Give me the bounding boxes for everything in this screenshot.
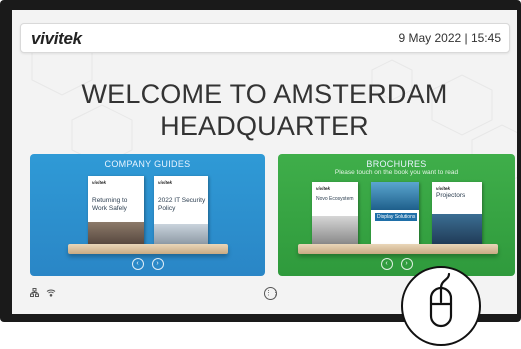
book-title: Returning to Work Safely	[92, 197, 128, 212]
company-guides-title: COMPANY GUIDES	[104, 159, 191, 169]
brochures-title: BROCHURES	[366, 159, 427, 169]
book-display-solutions[interactable]: Display Solutions	[371, 182, 419, 250]
brochures-panel: BROCHURES Please touch on the book you w…	[278, 154, 515, 276]
company-guides-panel: COMPANY GUIDES vivitek Returning to Work…	[30, 154, 265, 276]
prev-arrow-icon[interactable]: ‹	[131, 258, 144, 270]
guides-nav: ‹ ›	[30, 252, 265, 270]
book-photo	[432, 214, 482, 248]
book-returning-to-work[interactable]: vivitek Returning to Work Safely	[88, 176, 144, 250]
book-photo	[371, 182, 419, 210]
wifi-icon	[46, 289, 55, 297]
prev-arrow-icon[interactable]: ‹	[380, 258, 393, 270]
mouse-icon	[429, 272, 453, 328]
header-bar: vivitek 9 May 2022 | 15:45	[20, 23, 510, 53]
book-projectors[interactable]: vivitek Projectors	[432, 182, 482, 248]
date-time: 9 May 2022 | 15:45	[398, 31, 501, 45]
mouse-cursor-badge	[401, 266, 481, 346]
apps-grid-button[interactable]: ⋮⋮	[264, 287, 279, 300]
book-logo: vivitek	[158, 180, 173, 185]
welcome-heading: WELCOME TO AMSTERDAM HEADQUARTER	[12, 78, 517, 142]
book-logo: vivitek	[316, 186, 331, 191]
book-logo: vivitek	[436, 186, 451, 191]
network-icon	[30, 288, 39, 298]
book-title: Novo Ecosystem	[316, 196, 354, 202]
book-novo-ecosystem[interactable]: vivitek Novo Ecosystem	[312, 182, 358, 248]
brand-logo: vivitek	[31, 29, 82, 48]
book-title: Display Solutions	[375, 213, 418, 221]
book-title: Projectors	[436, 192, 466, 199]
welcome-line-1: WELCOME TO AMSTERDAM	[81, 79, 448, 109]
next-arrow-icon[interactable]: ›	[151, 258, 164, 270]
status-icons	[30, 287, 56, 298]
welcome-line-2: HEADQUARTER	[160, 111, 369, 141]
book-it-security[interactable]: vivitek 2022 IT Security Policy	[154, 176, 208, 250]
brochures-nav: ‹ ›	[278, 252, 515, 270]
brochures-subtitle: Please touch on the book you want to rea…	[334, 169, 459, 176]
book-title: 2022 IT Security Policy	[158, 197, 206, 212]
book-logo: vivitek	[92, 180, 107, 185]
